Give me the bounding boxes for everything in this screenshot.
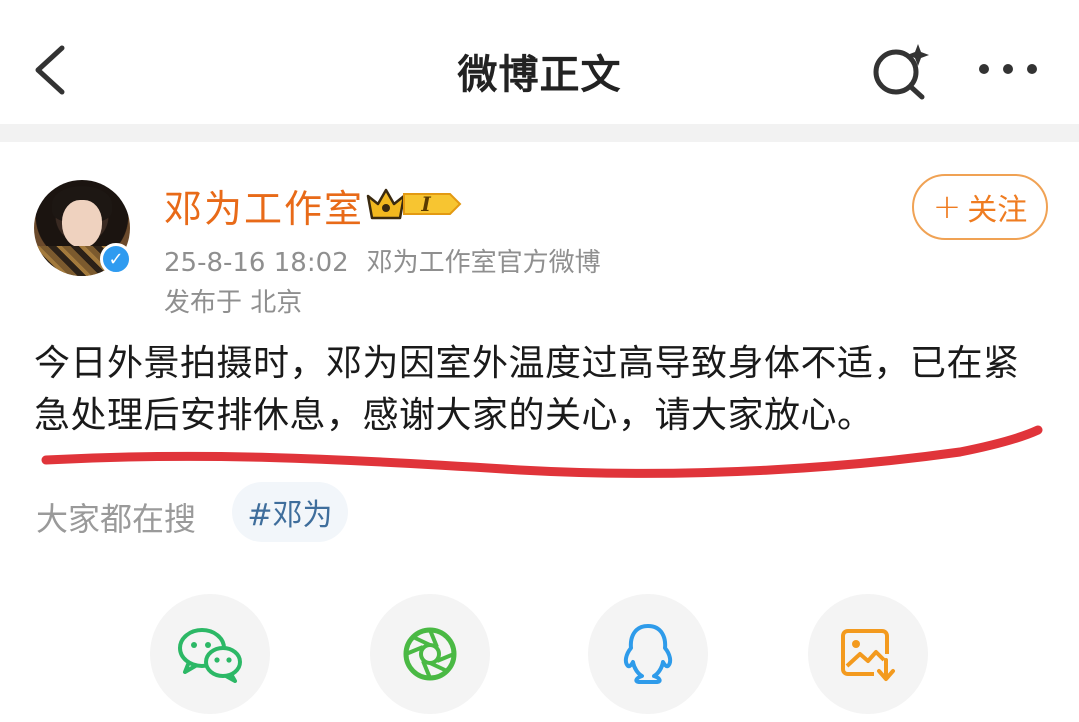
share-qq-button[interactable] (588, 594, 708, 714)
more-options-button[interactable] (972, 46, 1044, 92)
post-timestamp: 25-8-16 18:02 (164, 248, 349, 278)
red-underline-annotation (41, 425, 1043, 478)
vip-crown-badge: I (366, 188, 462, 220)
save-image-icon (841, 629, 895, 681)
share-wechat-button[interactable] (150, 594, 270, 714)
post-source: 邓为工作室官方微博 (366, 248, 601, 278)
search-sparkle-icon (873, 44, 929, 100)
plus-icon: + (932, 187, 962, 227)
follow-label: 关注 (967, 193, 1028, 228)
weibo-post-page: 微博正文 ✓ 邓为工作室 I 25-8-16 18:02 邓为工作室官方微博 发… (0, 0, 1079, 722)
vip-level: I (420, 192, 431, 216)
verified-badge-icon: ✓ (100, 243, 132, 275)
post-meta: 25-8-16 18:02 邓为工作室官方微博 (164, 242, 601, 279)
qq-icon (623, 624, 673, 684)
trending-label: 大家都在搜 (36, 500, 197, 538)
save-image-button[interactable] (808, 594, 928, 714)
trending-tag[interactable]: #邓为 (232, 482, 348, 542)
author-name[interactable]: 邓为工作室 (164, 178, 364, 233)
top-navigation-bar: 微博正文 (0, 0, 1079, 126)
moments-icon (403, 627, 457, 681)
search-button[interactable] (868, 40, 932, 100)
more-dots-icon (979, 64, 1037, 74)
wechat-icon (178, 628, 242, 683)
share-moments-button[interactable] (370, 594, 490, 714)
section-divider (0, 124, 1079, 142)
post-location: 发布于 北京 (164, 288, 303, 318)
follow-button[interactable]: + 关注 (912, 174, 1048, 240)
